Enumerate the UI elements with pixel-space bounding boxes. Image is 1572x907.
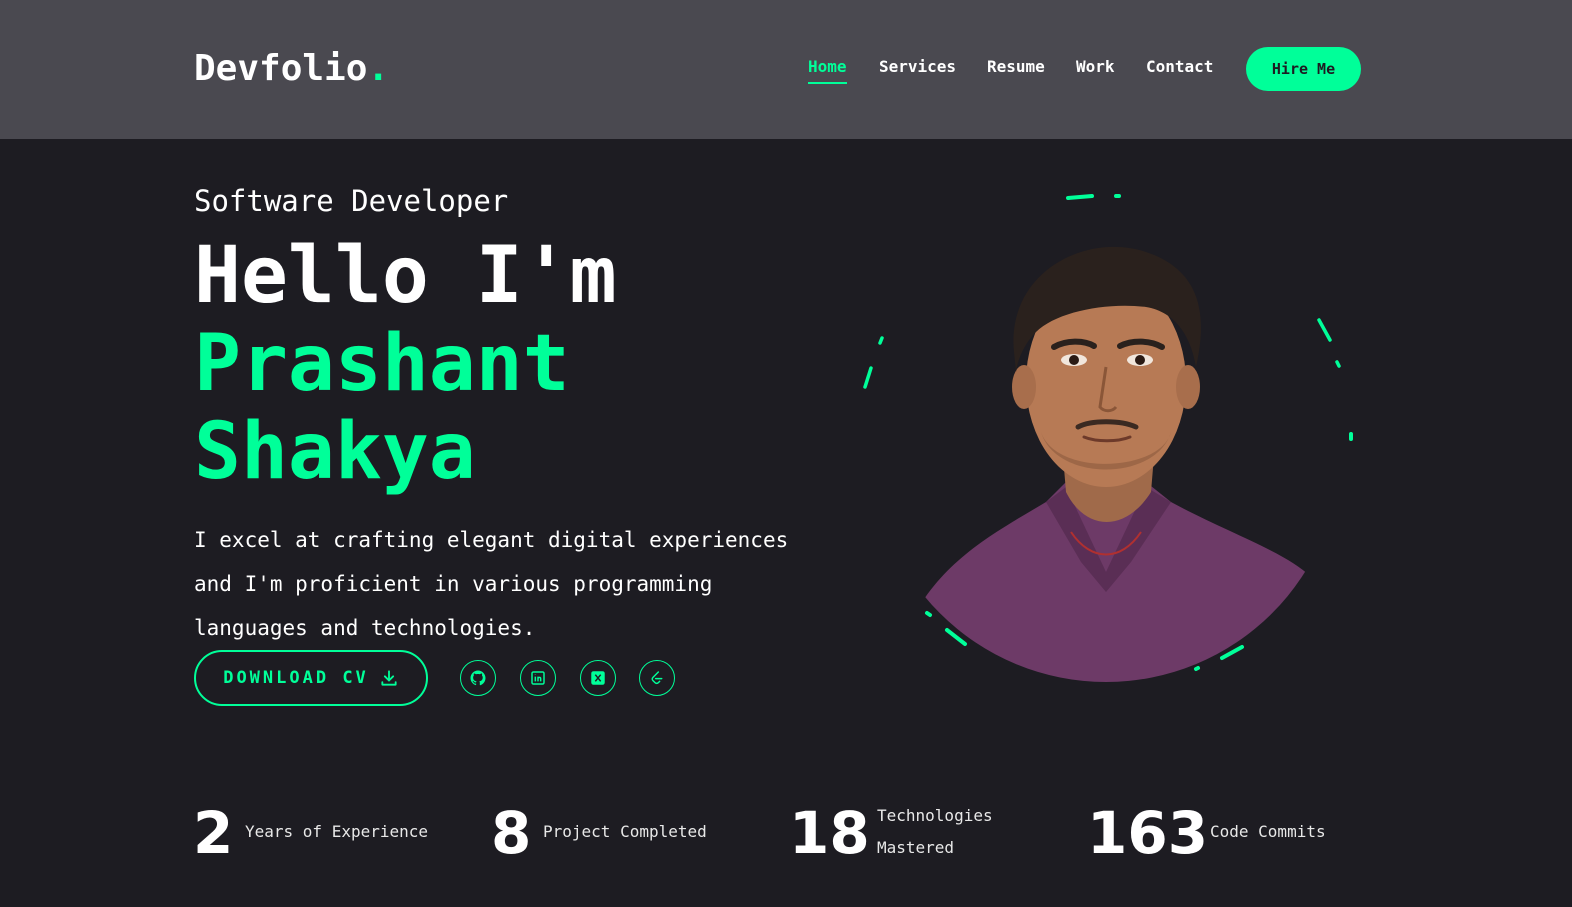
role-title: Software Developer — [194, 184, 509, 218]
stat-label-technologies: Technologies Mastered — [877, 800, 993, 864]
download-cv-button[interactable]: DOWNLOAD CV — [194, 650, 428, 706]
nav-work[interactable]: Work — [1076, 57, 1115, 76]
x-twitter-link[interactable] — [580, 660, 616, 696]
github-link[interactable] — [460, 660, 496, 696]
stat-value-experience: 2 — [193, 799, 234, 867]
nav-resume[interactable]: Resume — [987, 57, 1045, 76]
linkedin-link[interactable] — [520, 660, 556, 696]
description-line: and I'm proficient in various programmin… — [194, 572, 713, 596]
linkedin-icon — [531, 671, 545, 685]
x-twitter-icon — [591, 671, 605, 685]
hire-me-button[interactable]: Hire Me — [1246, 47, 1361, 91]
description-line: I excel at crafting elegant digital expe… — [194, 528, 789, 552]
name-heading: Prashant Shakya — [194, 320, 570, 496]
stat-label-experience: Years of Experience — [245, 822, 429, 841]
github-icon — [470, 670, 486, 686]
site-header: Devfolio. Home Services Resume Work Cont… — [0, 0, 1572, 139]
leetcode-link[interactable] — [639, 660, 675, 696]
nav-contact[interactable]: Contact — [1146, 57, 1213, 76]
download-icon — [381, 670, 397, 686]
nav-services[interactable]: Services — [879, 57, 956, 76]
name-last: Shakya — [194, 407, 476, 497]
stat-label-line: Mastered — [877, 838, 955, 857]
stat-label-commits: Code Commits — [1210, 822, 1326, 841]
stat-label-projects: Project Completed — [543, 822, 707, 841]
stat-value-commits: 163 — [1087, 799, 1209, 867]
hero-description: I excel at crafting elegant digital expe… — [194, 518, 834, 650]
name-first: Prashant — [194, 319, 570, 409]
profile-photo-area — [856, 182, 1366, 692]
stat-value-projects: 8 — [491, 799, 532, 867]
leetcode-icon — [651, 671, 663, 685]
profile-photo — [906, 246, 1311, 682]
description-line: languages and technologies. — [194, 616, 536, 640]
stat-label-line: Technologies — [877, 806, 993, 825]
download-cv-label: DOWNLOAD CV — [223, 668, 369, 688]
greeting: Hello I'm — [194, 231, 617, 321]
logo[interactable]: Devfolio. — [194, 48, 389, 89]
nav-home[interactable]: Home — [808, 57, 847, 84]
stat-value-technologies: 18 — [789, 799, 870, 867]
logo-dot: . — [367, 48, 390, 89]
logo-text: Devfolio — [194, 48, 368, 89]
